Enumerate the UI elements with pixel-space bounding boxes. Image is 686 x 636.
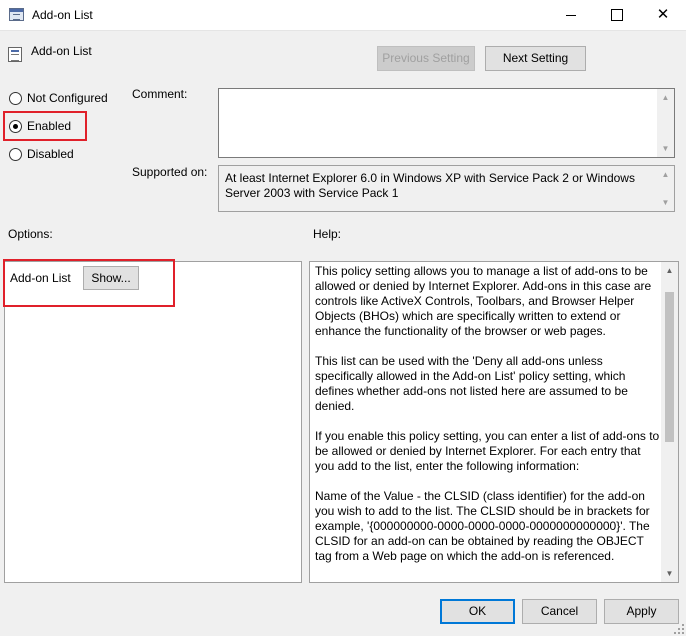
minimize-button[interactable]	[548, 0, 594, 30]
window-title: Add-on List	[32, 8, 93, 22]
radio-label: Disabled	[27, 147, 74, 161]
scroll-up-icon[interactable]: ▲	[657, 89, 674, 106]
help-paragraph: This policy setting allows you to manage…	[315, 264, 652, 338]
comment-scrollbar[interactable]: ▲ ▼	[657, 89, 674, 157]
scroll-up-icon[interactable]: ▲	[661, 262, 678, 279]
help-text: This policy setting allows you to manage…	[315, 264, 660, 579]
maximize-icon	[611, 9, 623, 22]
supported-on-box: At least Internet Explorer 6.0 in Window…	[218, 165, 675, 212]
scrollbar-thumb[interactable]	[665, 292, 674, 442]
policy-name: Add-on List	[31, 44, 92, 58]
comment-label: Comment:	[132, 87, 188, 101]
highlight-enabled-box	[3, 111, 87, 141]
maximize-button[interactable]	[594, 0, 640, 30]
policy-setting-icon	[8, 47, 22, 62]
radio-label: Not Configured	[27, 91, 108, 105]
help-paragraph: If you enable this policy setting, you c…	[315, 429, 660, 473]
help-paragraph: Name of the Value - the CLSID (class ide…	[315, 489, 650, 563]
next-setting-button[interactable]: Next Setting	[485, 46, 586, 71]
help-scrollbar[interactable]: ▲ ▼	[661, 262, 678, 582]
supported-scrollbar[interactable]: ▲ ▼	[657, 166, 674, 211]
help-label: Help:	[313, 227, 342, 241]
options-panel	[4, 261, 302, 583]
close-icon: ✕	[656, 6, 670, 23]
ok-button[interactable]: OK	[440, 599, 515, 624]
previous-setting-button[interactable]: Previous Setting	[377, 46, 475, 71]
scroll-down-icon[interactable]: ▼	[657, 140, 674, 157]
resize-grip-icon[interactable]	[674, 624, 684, 634]
radio-circle[interactable]	[9, 148, 22, 161]
scroll-up-icon[interactable]: ▲	[657, 166, 674, 183]
radio-circle[interactable]	[9, 92, 22, 105]
comment-textarea[interactable]: ▲ ▼	[218, 88, 675, 158]
scroll-down-icon[interactable]: ▼	[661, 565, 678, 582]
supported-on-text: At least Internet Explorer 6.0 in Window…	[225, 171, 635, 200]
title-bar: Add-on List ✕	[0, 0, 686, 31]
scroll-down-icon[interactable]: ▼	[657, 194, 674, 211]
supported-on-label: Supported on:	[132, 165, 208, 179]
close-button[interactable]: ✕	[640, 0, 686, 30]
help-paragraph: This list can be used with the 'Deny all…	[315, 354, 628, 413]
minimize-icon	[566, 14, 576, 16]
cancel-button[interactable]: Cancel	[522, 599, 597, 624]
apply-button[interactable]: Apply	[604, 599, 679, 624]
help-panel: This policy setting allows you to manage…	[309, 261, 679, 583]
options-label: Options:	[8, 227, 53, 241]
policy-editor-icon	[9, 8, 24, 21]
highlight-addon-box	[3, 259, 175, 307]
